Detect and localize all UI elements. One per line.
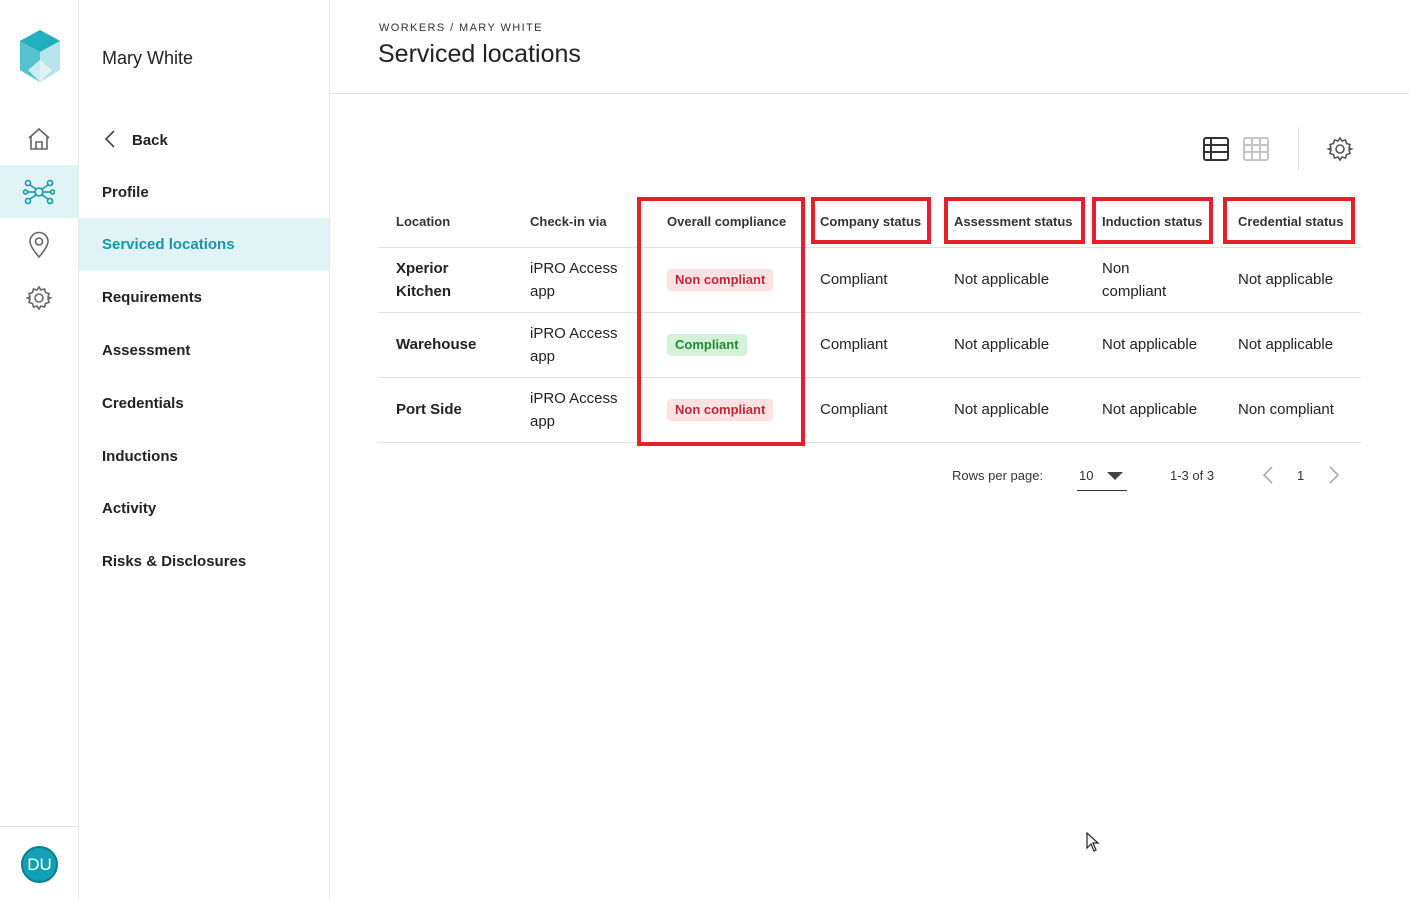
cell-company-status: Compliant bbox=[802, 377, 936, 443]
cell-overall-compliance: Compliant bbox=[642, 312, 802, 378]
sidebar-item-label: Requirements bbox=[102, 289, 203, 306]
status-badge: Non compliant bbox=[667, 269, 774, 291]
sidebar-item-label: Profile bbox=[102, 184, 149, 201]
page-title: Serviced locations bbox=[378, 40, 581, 68]
table-view-icon bbox=[1203, 137, 1229, 161]
column-header-assessment-status[interactable]: Assessment status bbox=[936, 196, 1084, 248]
cell-company-status: Compliant bbox=[802, 312, 936, 378]
serviced-locations-table: Location Check-in via Overall compliance… bbox=[378, 196, 1361, 443]
rail-locations[interactable] bbox=[0, 218, 78, 271]
toolbar-divider bbox=[1298, 127, 1299, 171]
table-row[interactable]: Port Side iPRO Access app Non compliant … bbox=[378, 377, 1361, 443]
cell-overall-compliance: Non compliant bbox=[642, 377, 802, 443]
column-header-company-status[interactable]: Company status bbox=[802, 196, 936, 248]
network-icon bbox=[23, 179, 55, 204]
rail-network[interactable] bbox=[0, 165, 78, 218]
cell-checkin: iPRO Access app bbox=[512, 377, 642, 443]
sidebar-item-label: Assessment bbox=[102, 342, 191, 359]
cell-assessment-status: Not applicable bbox=[936, 377, 1084, 443]
rail-settings[interactable] bbox=[0, 271, 78, 324]
table-header-row: Location Check-in via Overall compliance… bbox=[378, 196, 1361, 248]
cell-company-status: Compliant bbox=[802, 247, 936, 313]
page-header: WORKERS / MARY WHITE Serviced locations bbox=[330, 0, 1409, 94]
back-label: Back bbox=[132, 131, 168, 149]
home-icon bbox=[28, 127, 50, 150]
status-badge: Non compliant bbox=[667, 399, 774, 421]
back-button[interactable]: Back bbox=[102, 124, 168, 156]
status-badge: Compliant bbox=[667, 334, 747, 356]
column-header-credential-status[interactable]: Credential status bbox=[1220, 196, 1361, 248]
column-header-induction-status[interactable]: Induction status bbox=[1084, 196, 1220, 248]
icon-rail: DU bbox=[0, 0, 79, 900]
cell-credential-status: Not applicable bbox=[1220, 247, 1361, 313]
rows-per-page-select[interactable]: 10 bbox=[1077, 461, 1127, 491]
cell-induction-status: Not applicable bbox=[1084, 377, 1220, 443]
sidebar-item-activity[interactable]: Activity bbox=[79, 482, 329, 535]
worker-sidebar: Mary White Back Profile Serviced locatio… bbox=[79, 0, 330, 900]
cell-checkin: iPRO Access app bbox=[512, 312, 642, 378]
breadcrumb: WORKERS / MARY WHITE bbox=[379, 22, 543, 34]
cell-assessment-status: Not applicable bbox=[936, 247, 1084, 313]
column-header-location[interactable]: Location bbox=[378, 196, 512, 248]
app-logo[interactable] bbox=[20, 30, 60, 82]
main-content: WORKERS / MARY WHITE Serviced locations bbox=[330, 0, 1409, 900]
pagination: Rows per page: 10 1-3 of 3 1 bbox=[330, 458, 1409, 492]
rows-per-page-value: 10 bbox=[1079, 468, 1094, 483]
cell-induction-status: Not applicable bbox=[1084, 312, 1220, 378]
cell-assessment-status: Not applicable bbox=[936, 312, 1084, 378]
column-header-overall-compliance[interactable]: Overall compliance bbox=[642, 196, 802, 248]
cell-location: Port Side bbox=[378, 377, 512, 443]
rows-per-page-label: Rows per page: bbox=[952, 468, 1044, 483]
rail-home[interactable] bbox=[0, 112, 78, 165]
worker-name: Mary White bbox=[102, 48, 194, 68]
cell-overall-compliance: Non compliant bbox=[642, 247, 802, 313]
sidebar-item-serviced-locations[interactable]: Serviced locations bbox=[79, 218, 329, 271]
sidebar-item-label: Credentials bbox=[102, 395, 184, 412]
table-row[interactable]: Xperior Kitchen iPRO Access app Non comp… bbox=[378, 247, 1361, 313]
cell-credential-status: Non compliant bbox=[1220, 377, 1361, 443]
gear-icon bbox=[1326, 136, 1354, 162]
sidebar-item-label: Activity bbox=[102, 500, 157, 517]
sidebar-item-assessment[interactable]: Assessment bbox=[79, 324, 329, 377]
chevron-left-icon[interactable] bbox=[1258, 464, 1280, 486]
mouse-cursor-icon bbox=[1086, 832, 1100, 852]
current-page: 1 bbox=[1297, 468, 1305, 483]
table-row[interactable]: Warehouse iPRO Access app Compliant Comp… bbox=[378, 312, 1361, 378]
sidebar-item-label: Risks & Disclosures bbox=[102, 553, 247, 570]
cell-location: Warehouse bbox=[378, 312, 512, 378]
chevron-left-icon bbox=[104, 130, 115, 148]
sidebar-item-label: Inductions bbox=[102, 448, 178, 465]
app-root: DU Mary White Back Profile Serviced loca… bbox=[0, 0, 1409, 900]
sidebar-item-profile[interactable]: Profile bbox=[79, 166, 329, 219]
grid-view-icon bbox=[1243, 137, 1269, 161]
caret-down-icon bbox=[1107, 472, 1123, 480]
sidebar-item-requirements[interactable]: Requirements bbox=[79, 271, 329, 324]
column-header-checkin[interactable]: Check-in via bbox=[512, 196, 642, 248]
sidebar-item-credentials[interactable]: Credentials bbox=[79, 377, 329, 430]
avatar[interactable]: DU bbox=[21, 846, 58, 883]
table-settings-button[interactable] bbox=[1324, 133, 1356, 165]
rail-divider bbox=[0, 826, 78, 827]
sidebar-item-risks-disclosures[interactable]: Risks & Disclosures bbox=[79, 535, 329, 588]
location-pin-icon bbox=[29, 231, 49, 258]
pagination-range: 1-3 of 3 bbox=[1170, 468, 1215, 483]
cell-induction-status: Non compliant bbox=[1084, 247, 1220, 313]
chevron-right-icon[interactable] bbox=[1322, 464, 1344, 486]
cell-checkin: iPRO Access app bbox=[512, 247, 642, 313]
sidebar-item-inductions[interactable]: Inductions bbox=[79, 430, 329, 483]
table-view-button[interactable] bbox=[1200, 133, 1232, 165]
cell-location: Xperior Kitchen bbox=[378, 247, 512, 313]
cell-credential-status: Not applicable bbox=[1220, 312, 1361, 378]
grid-view-button[interactable] bbox=[1240, 133, 1272, 165]
sidebar-item-label: Serviced locations bbox=[102, 236, 235, 253]
gear-icon bbox=[25, 285, 53, 310]
